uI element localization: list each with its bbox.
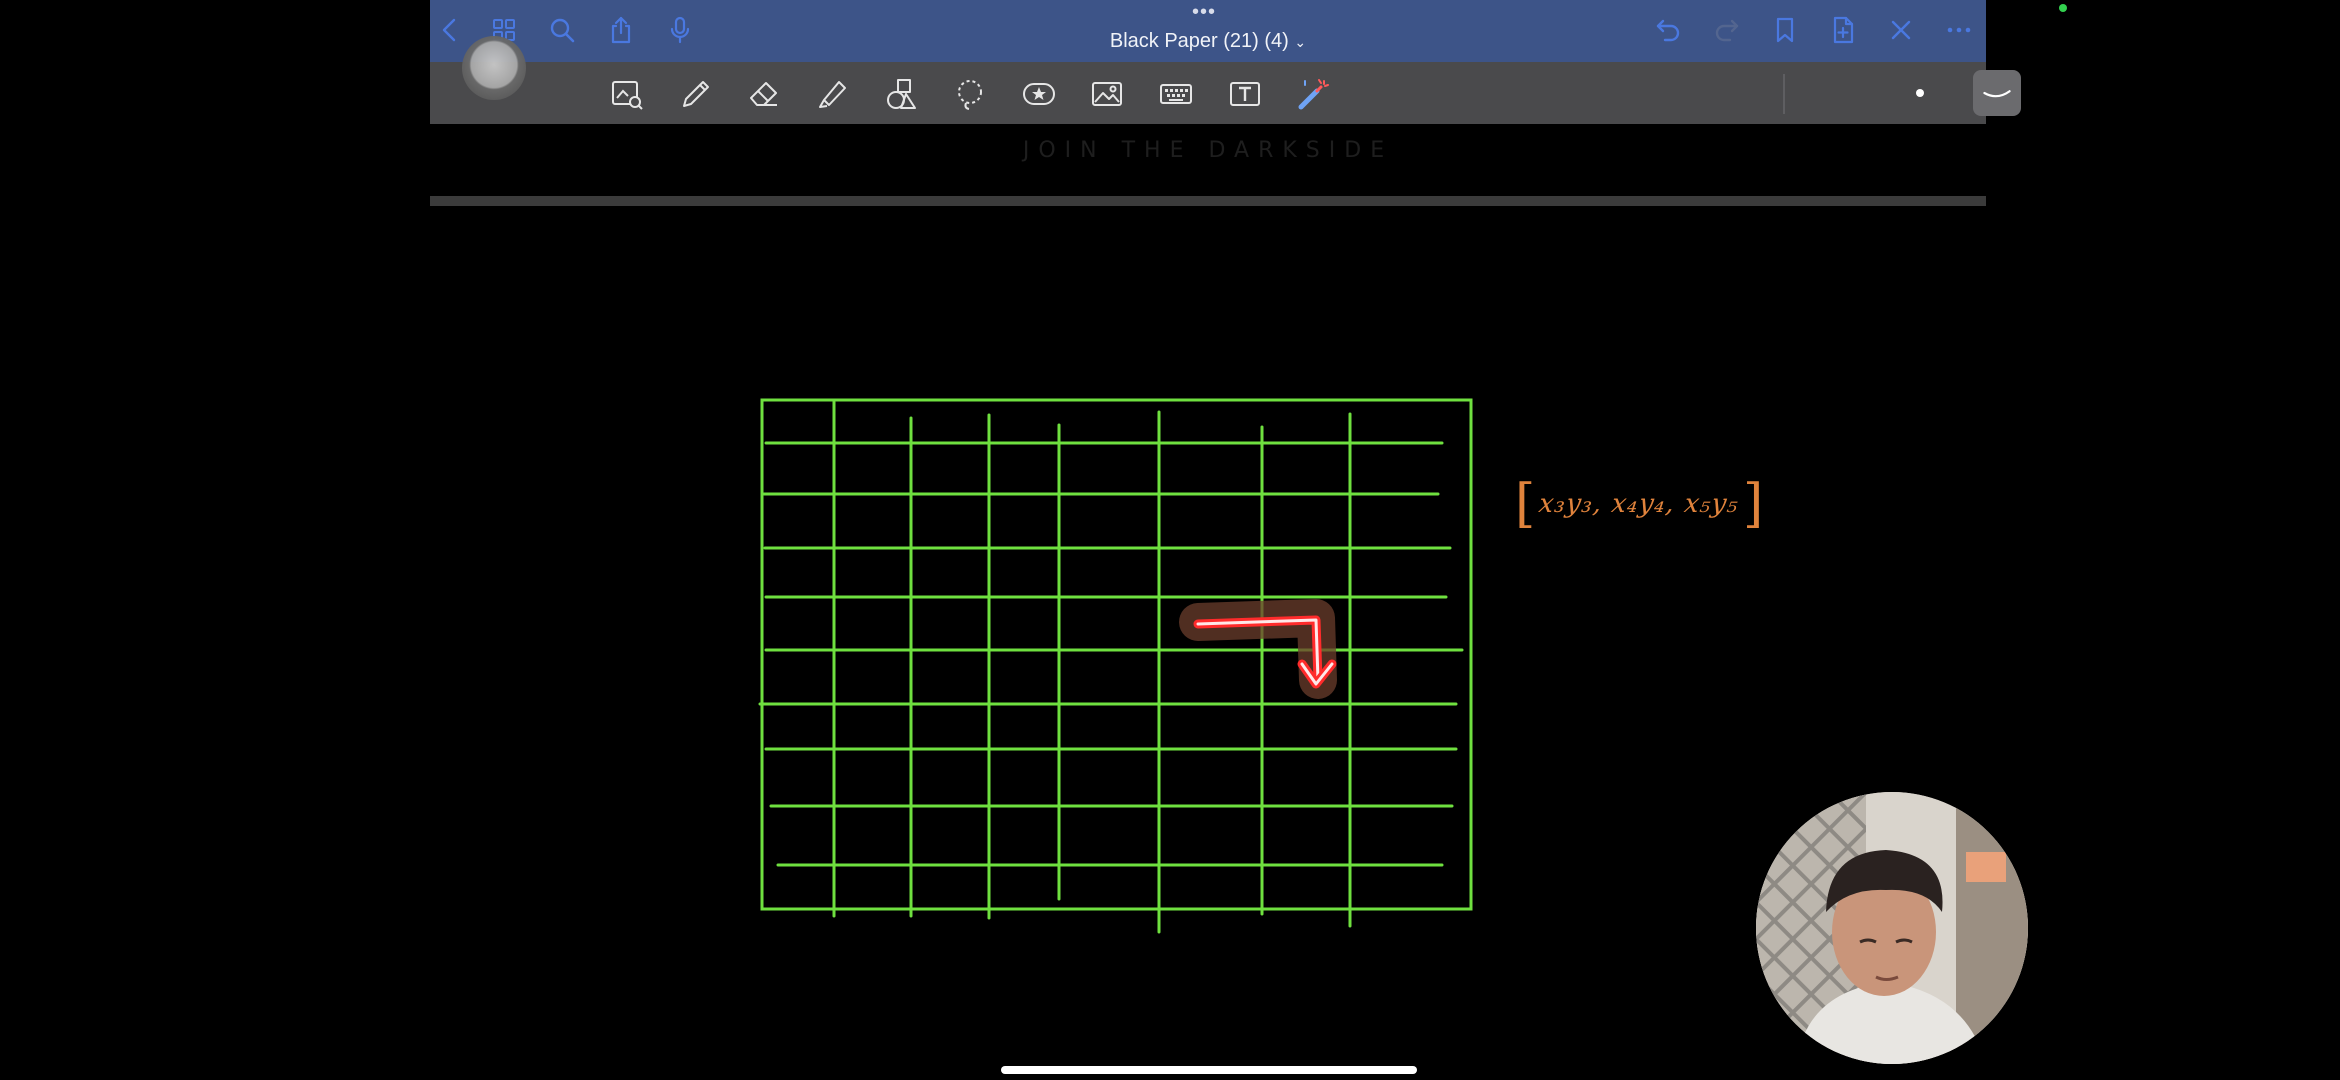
handwritten-text: x₃y₃, x₄y₄, x₅y₅ (1537, 489, 1742, 519)
right-bracket: ] (1742, 474, 1764, 534)
handwritten-coordinates: [ x₃y₃, x₄y₄, x₅y₅ ] (1515, 468, 1815, 540)
camera-indicator-dot (2059, 4, 2067, 12)
presenter-webcam (1756, 792, 2028, 1064)
green-grid-drawing (758, 398, 1473, 934)
home-indicator[interactable] (1001, 1066, 1417, 1074)
left-bracket: [ (1515, 474, 1536, 534)
